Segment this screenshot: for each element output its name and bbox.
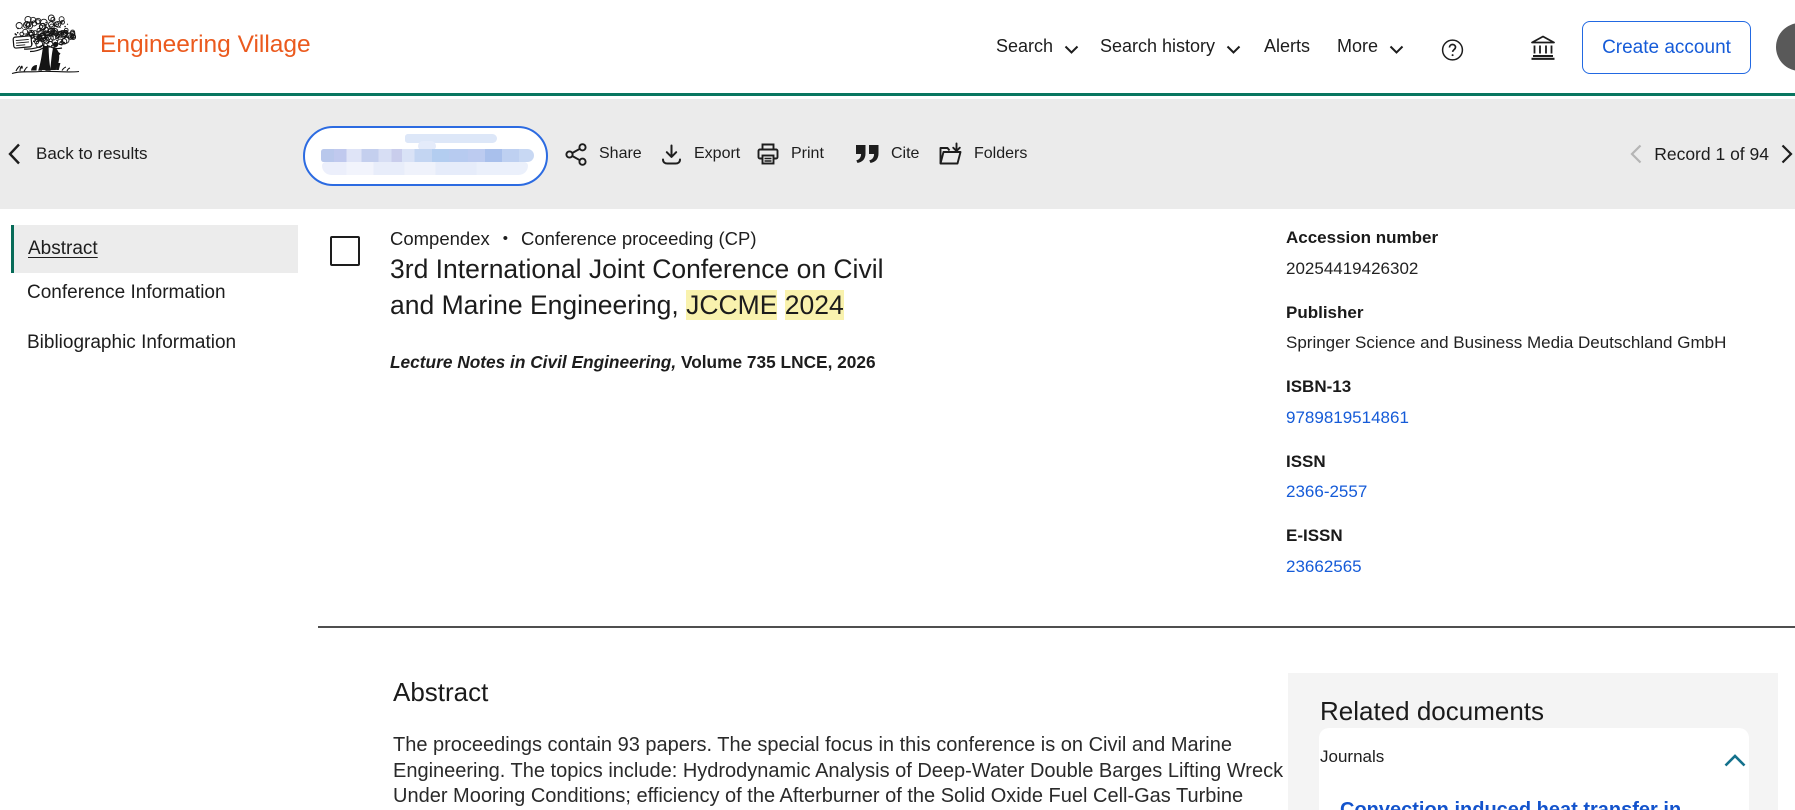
meta-label: ISSN <box>1286 452 1786 472</box>
database-label: Compendex <box>390 228 490 250</box>
next-record-icon[interactable] <box>1781 144 1793 164</box>
redacted-query-blob <box>322 162 528 175</box>
related-documents-title: Related documents <box>1320 696 1544 727</box>
meta-label: ISBN-13 <box>1286 377 1786 397</box>
meta-label: Accession number <box>1286 228 1786 248</box>
folders-button[interactable]: Folders <box>938 99 1027 209</box>
folders-icon <box>938 142 963 166</box>
sidebar-item-conference-information[interactable]: Conference Information <box>27 282 298 304</box>
elsevier-tree-logo <box>10 13 82 79</box>
institution-icon[interactable] <box>1529 35 1557 58</box>
chevron-down-icon <box>1063 45 1080 54</box>
export-button[interactable]: Export <box>660 99 740 209</box>
nav-search[interactable]: Search <box>996 0 1080 93</box>
record-section-nav: Abstract Conference Information Bibliogr… <box>0 225 298 354</box>
record-pagination: Record 1 of 94 <box>1630 99 1795 209</box>
meta-label: E-ISSN <box>1286 526 1786 546</box>
meta-publisher: Publisher Springer Science and Business … <box>1286 303 1786 354</box>
help-icon[interactable] <box>1441 38 1464 61</box>
nav-more[interactable]: More <box>1337 0 1405 93</box>
record-position-label: Record 1 of 94 <box>1654 144 1769 165</box>
record-meta-line: Compendex • Conference proceeding (CP) <box>390 228 757 250</box>
chevron-down-icon <box>1225 45 1242 54</box>
search-query-box[interactable] <box>303 126 548 186</box>
results-toolbar: Back to results Share Export <box>0 99 1795 209</box>
top-header: Engineering Village Search Search histor… <box>0 0 1795 96</box>
redacted-query-blob <box>321 149 534 162</box>
sidebar-item-label: Abstract <box>28 238 98 260</box>
print-button[interactable]: Print <box>756 99 824 209</box>
meta-accession-number: Accession number 20254419426302 <box>1286 228 1786 279</box>
sidebar-item-abstract[interactable]: Abstract <box>11 225 298 273</box>
nav-label: Search history <box>1100 36 1215 57</box>
previous-record-icon[interactable] <box>1630 144 1642 164</box>
related-journal-link[interactable]: Convection induced heat transfer in <box>1340 798 1740 810</box>
eissn-link[interactable]: 23662565 <box>1286 557 1786 577</box>
create-account-button[interactable]: Create account <box>1582 21 1751 74</box>
title-space <box>777 290 784 320</box>
meta-value: 20254419426302 <box>1286 259 1786 279</box>
meta-label: Publisher <box>1286 303 1786 323</box>
sidebar-item-label: Conference Information <box>27 282 226 303</box>
meta-issn: ISSN 2366-2557 <box>1286 452 1786 503</box>
highlight-jccme: JCCME <box>686 290 777 320</box>
journals-accordion-label[interactable]: Journals <box>1320 747 1384 767</box>
nav-label: Search <box>996 36 1053 57</box>
chevron-down-icon <box>1388 45 1405 54</box>
action-label: Folders <box>974 145 1027 163</box>
meta-isbn13: ISBN-13 9789819514861 <box>1286 377 1786 428</box>
abstract-text: The proceedings contain 93 papers. The s… <box>393 733 1293 810</box>
back-label: Back to results <box>36 144 148 164</box>
doc-type-label: Conference proceeding (CP) <box>521 228 757 250</box>
nav-alerts[interactable]: Alerts <box>1264 0 1310 93</box>
brand-name: Engineering Village <box>100 31 311 59</box>
share-button[interactable]: Share <box>565 99 642 209</box>
share-icon <box>565 143 588 166</box>
nav-label: More <box>1337 36 1378 57</box>
cite-icon <box>855 144 880 164</box>
separator-dot: • <box>503 228 508 250</box>
chevron-up-icon[interactable] <box>1724 754 1746 767</box>
abstract-heading: Abstract <box>393 677 488 707</box>
record-metadata-column: Accession number 20254419426302 Publishe… <box>1286 228 1786 601</box>
record-title: 3rd International Joint Conference on Ci… <box>390 252 910 323</box>
related-documents-card: Journals Convection induced heat transfe… <box>1319 728 1749 810</box>
related-documents-panel: Related documents Journals Convection in… <box>1288 673 1778 810</box>
series-line: Lecture Notes in Civil Engineering, Volu… <box>390 351 876 374</box>
series-title-italic: Lecture Notes in Civil Engineering, <box>390 352 676 372</box>
action-label: Cite <box>891 145 919 163</box>
avatar[interactable] <box>1776 23 1795 71</box>
section-divider <box>318 626 1795 628</box>
meta-eissn: E-ISSN 23662565 <box>1286 526 1786 577</box>
sidebar-item-label: Bibliographic Information <box>27 332 236 353</box>
action-label: Print <box>791 145 824 163</box>
action-label: Export <box>694 145 740 163</box>
issn-link[interactable]: 2366-2557 <box>1286 482 1786 502</box>
cite-button[interactable]: Cite <box>855 99 919 209</box>
sidebar-item-bibliographic-information[interactable]: Bibliographic Information <box>27 332 298 354</box>
print-icon <box>756 142 780 166</box>
select-record-checkbox[interactable] <box>330 236 360 266</box>
highlight-2024: 2024 <box>785 290 844 320</box>
export-icon <box>660 143 683 166</box>
meta-value: Springer Science and Business Media Deut… <box>1286 333 1786 353</box>
page: Engineering Village Search Search histor… <box>0 0 1795 810</box>
action-label: Share <box>599 145 642 163</box>
series-volume: Volume 735 LNCE, 2026 <box>676 352 875 372</box>
nav-label: Alerts <box>1264 36 1310 57</box>
back-to-results-link[interactable]: Back to results <box>8 99 148 209</box>
nav-search-history[interactable]: Search history <box>1100 0 1242 93</box>
isbn13-link[interactable]: 9789819514861 <box>1286 408 1786 428</box>
chevron-left-icon <box>8 143 21 165</box>
